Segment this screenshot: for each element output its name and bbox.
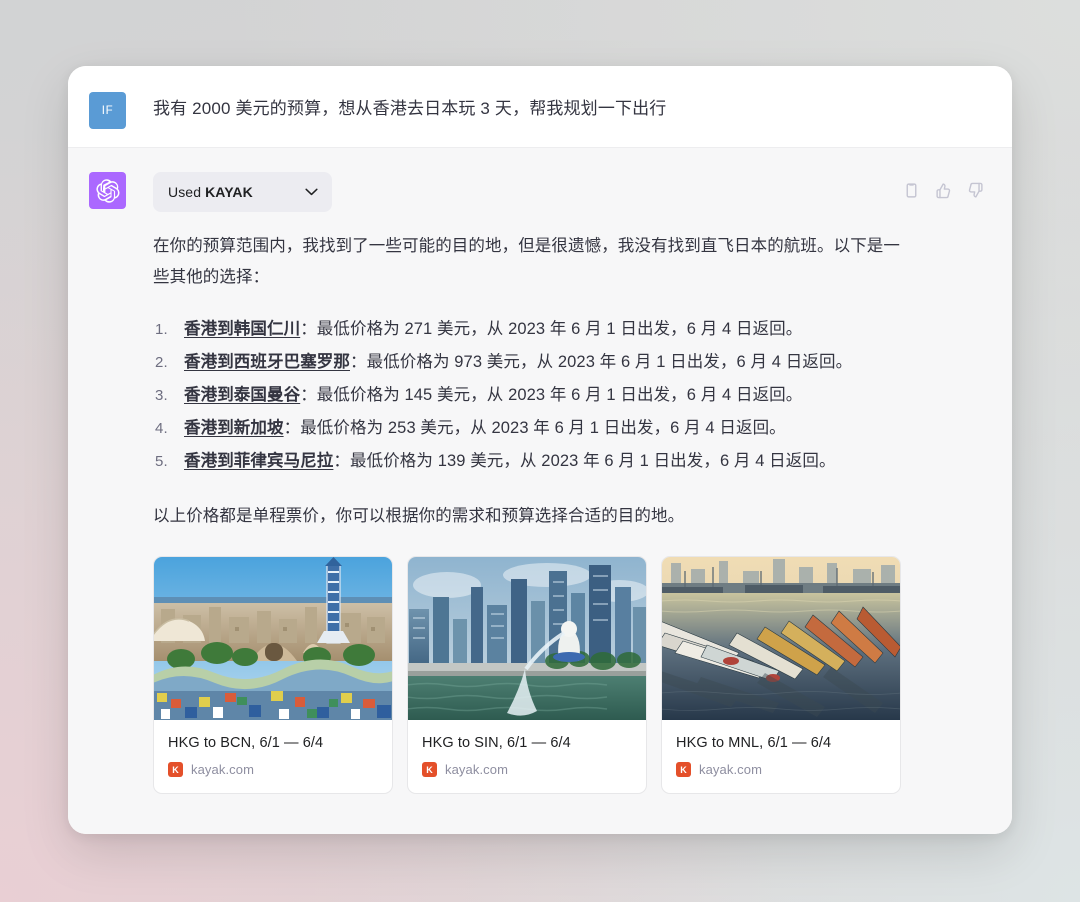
list-item: 香港到韩国仁川：最低价格为 271 美元，从 2023 年 6 月 1 日出发，…	[153, 314, 913, 345]
kayak-favicon-icon: K	[422, 762, 437, 777]
destination-link[interactable]: 香港到西班牙巴塞罗那	[184, 353, 350, 371]
used-tool-label: Used KAYAK	[168, 184, 253, 200]
kayak-favicon-icon: K	[168, 762, 183, 777]
flight-card-list: HKG to BCN, 6/1 — 6/4 K kayak.com	[153, 556, 984, 794]
flight-card[interactable]: HKG to MNL, 6/1 — 6/4 K kayak.com	[661, 556, 901, 794]
list-item: 香港到西班牙巴塞罗那：最低价格为 973 美元，从 2023 年 6 月 1 日…	[153, 347, 913, 378]
outro-paragraph: 以上价格都是单程票价，你可以根据你的需求和预算选择合适的目的地。	[153, 501, 984, 532]
destination-photo-singapore	[408, 557, 646, 720]
assistant-answer: 在你的预算范围内，我找到了一些可能的目的地，但是很遗憾，我没有找到直飞日本的航班…	[153, 231, 984, 532]
card-title: HKG to SIN, 6/1 — 6/4	[422, 735, 632, 751]
thumbs-down-icon[interactable]	[967, 182, 984, 199]
chevron-down-icon	[305, 188, 318, 196]
destination-list: 香港到韩国仁川：最低价格为 271 美元，从 2023 年 6 月 1 日出发，…	[153, 314, 984, 477]
list-item: 香港到泰国曼谷：最低价格为 145 美元，从 2023 年 6 月 1 日出发，…	[153, 380, 913, 411]
avatar-initials: IF	[102, 105, 113, 117]
list-item: 香港到菲律宾马尼拉：最低价格为 139 美元，从 2023 年 6 月 1 日出…	[153, 446, 913, 477]
destination-link[interactable]: 香港到泰国曼谷	[184, 386, 300, 404]
message-actions	[903, 182, 984, 199]
card-source: K kayak.com	[676, 762, 886, 777]
user-message-turn: IF 我有 2000 美元的预算，想从香港去日本玩 3 天，帮我规划一下出行	[68, 66, 1012, 148]
card-source: K kayak.com	[422, 762, 632, 777]
user-message-text: 我有 2000 美元的预算，想从香港去日本玩 3 天，帮我规划一下出行	[153, 92, 666, 129]
card-source: K kayak.com	[168, 762, 378, 777]
chat-window: IF 我有 2000 美元的预算，想从香港去日本玩 3 天，帮我规划一下出行	[68, 66, 1012, 834]
list-item: 香港到新加坡：最低价格为 253 美元，从 2023 年 6 月 1 日出发，6…	[153, 413, 913, 444]
destination-link[interactable]: 香港到新加坡	[184, 419, 284, 437]
destination-photo-barcelona	[154, 557, 392, 720]
card-title: HKG to BCN, 6/1 — 6/4	[168, 735, 378, 751]
destination-link[interactable]: 香港到韩国仁川	[184, 320, 300, 338]
openai-logo-icon	[96, 179, 120, 203]
intro-paragraph: 在你的预算范围内，我找到了一些可能的目的地，但是很遗憾，我没有找到直飞日本的航班…	[153, 231, 901, 293]
card-domain: kayak.com	[699, 762, 762, 777]
destination-details: ：最低价格为 139 美元，从 2023 年 6 月 1 日出发，6 月 4 日…	[333, 452, 835, 470]
thumbs-up-icon[interactable]	[935, 182, 952, 199]
card-domain: kayak.com	[445, 762, 508, 777]
destination-details: ：最低价格为 973 美元，从 2023 年 6 月 1 日出发，6 月 4 日…	[350, 353, 852, 371]
flight-card[interactable]: HKG to BCN, 6/1 — 6/4 K kayak.com	[153, 556, 393, 794]
assistant-message-turn: Used KAYAK 在你的预算范围内，我找到了一些可能的目的地，但是很遗憾，我…	[68, 148, 1012, 834]
card-title: HKG to MNL, 6/1 — 6/4	[676, 735, 886, 751]
copy-icon[interactable]	[903, 182, 920, 199]
avatar-user: IF	[89, 92, 126, 129]
card-domain: kayak.com	[191, 762, 254, 777]
flight-card[interactable]: HKG to SIN, 6/1 — 6/4 K kayak.com	[407, 556, 647, 794]
destination-details: ：最低价格为 253 美元，从 2023 年 6 月 1 日出发，6 月 4 日…	[284, 419, 786, 437]
destination-details: ：最低价格为 145 美元，从 2023 年 6 月 1 日出发，6 月 4 日…	[300, 386, 802, 404]
avatar-assistant	[89, 172, 126, 209]
kayak-favicon-icon: K	[676, 762, 691, 777]
used-tool-pill[interactable]: Used KAYAK	[153, 172, 332, 212]
destination-link[interactable]: 香港到菲律宾马尼拉	[184, 452, 333, 470]
destination-details: ：最低价格为 271 美元，从 2023 年 6 月 1 日出发，6 月 4 日…	[300, 320, 802, 338]
destination-photo-manila	[662, 557, 900, 720]
